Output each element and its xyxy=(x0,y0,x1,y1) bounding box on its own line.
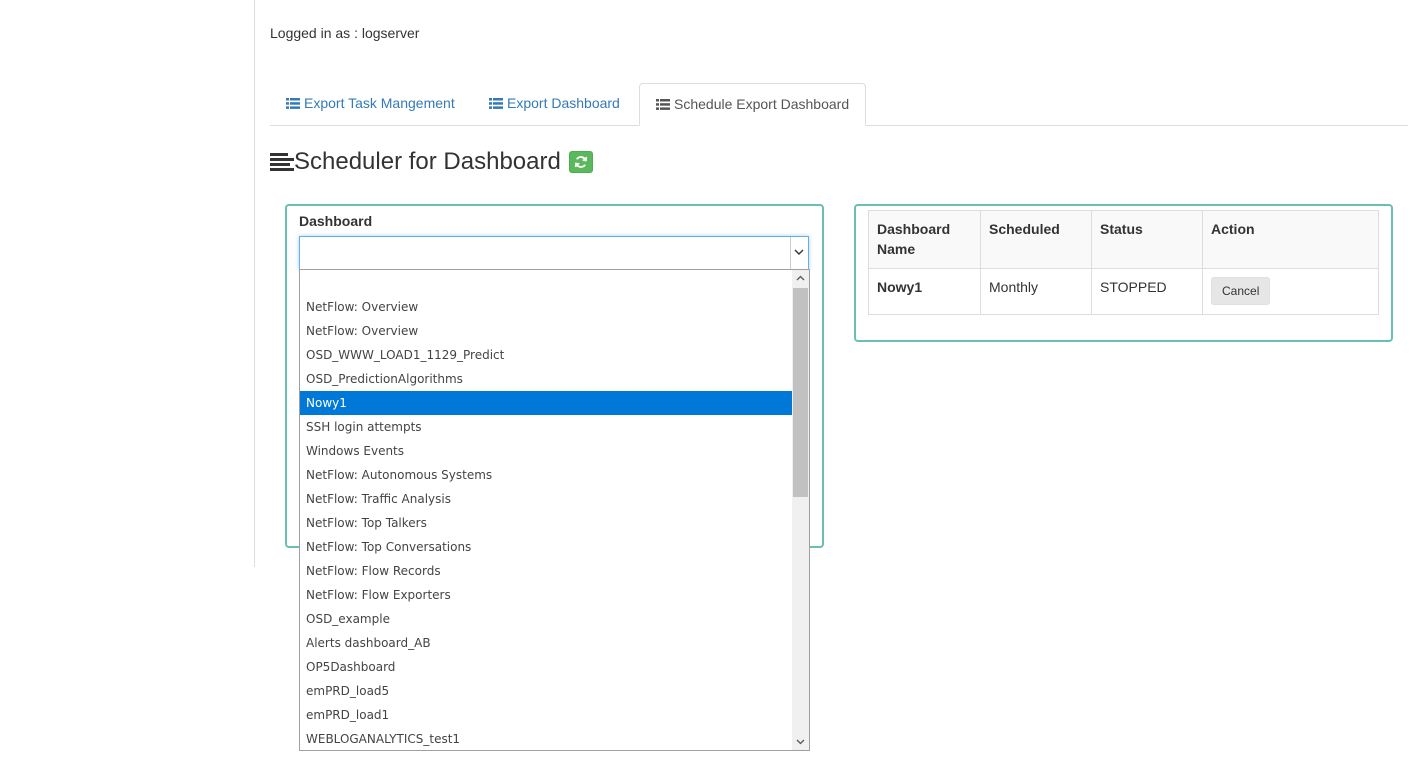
tab-export-dashboard[interactable]: Export Dashboard xyxy=(473,83,636,124)
scroll-down-arrow[interactable] xyxy=(792,733,809,750)
dropdown-option[interactable]: OSD_PredictionAlgorithms xyxy=(300,367,792,391)
tab-label: Export Task Mangement xyxy=(304,95,455,111)
table-header-row: Dashboard Name Scheduled Status Action xyxy=(868,210,1379,269)
dropdown-option[interactable]: NetFlow: Autonomous Systems xyxy=(300,463,792,487)
dropdown-option[interactable]: NetFlow: Flow Records xyxy=(300,559,792,583)
cell-status: STOPPED xyxy=(1091,268,1203,315)
schedule-table: Dashboard Name Scheduled Status Action N… xyxy=(868,210,1379,315)
dropdown-scrollbar[interactable] xyxy=(792,270,809,750)
col-status: Status xyxy=(1091,210,1203,269)
tab-schedule-export-dashboard[interactable]: Schedule Export Dashboard xyxy=(639,83,867,126)
cancel-button[interactable]: Cancel xyxy=(1211,277,1271,305)
list-icon xyxy=(656,99,670,110)
dropdown-option[interactable]: NetFlow: Flow Exporters xyxy=(300,583,792,607)
dropdown-option[interactable]: WEBLOGANALYTICS_test1 xyxy=(300,727,792,750)
page-heading: Scheduler for Dashboard xyxy=(270,146,593,178)
content-left-border xyxy=(254,0,255,567)
chevron-down-icon xyxy=(796,739,805,745)
cell-action: Cancel xyxy=(1202,268,1379,315)
chevron-up-icon xyxy=(796,275,805,281)
dashboard-dropdown-list[interactable]: NetFlow: Overview NetFlow: Overview OSD_… xyxy=(299,269,810,751)
col-scheduled: Scheduled xyxy=(980,210,1092,269)
dropdown-option[interactable]: NetFlow: Overview xyxy=(300,319,792,343)
dropdown-option[interactable]: emPRD_load5 xyxy=(300,679,792,703)
dropdown-option[interactable]: OP5Dashboard xyxy=(300,655,792,679)
dropdown-option[interactable]: SSH login attempts xyxy=(300,415,792,439)
tab-export-task-management[interactable]: Export Task Mangement xyxy=(270,83,471,124)
list-icon xyxy=(286,98,300,109)
dropdown-option-selected[interactable]: Nowy1 xyxy=(300,391,792,415)
refresh-icon xyxy=(574,156,587,168)
dropdown-option[interactable]: NetFlow: Overview xyxy=(300,295,792,319)
dropdown-option[interactable]: NetFlow: Traffic Analysis xyxy=(300,487,792,511)
dropdown-option[interactable]: NetFlow: Top Conversations xyxy=(300,535,792,559)
col-action: Action xyxy=(1202,210,1379,269)
dropdown-option[interactable]: OSD_example xyxy=(300,607,792,631)
chevron-down-icon xyxy=(794,249,804,255)
refresh-button[interactable] xyxy=(568,151,593,173)
align-left-icon xyxy=(270,153,294,171)
dropdown-option[interactable]: Alerts dashboard_AB xyxy=(300,631,792,655)
dashboard-select[interactable] xyxy=(299,236,809,270)
cell-dashboard-name: Nowy1 xyxy=(868,268,981,315)
cell-scheduled: Monthly xyxy=(980,268,1092,315)
dropdown-arrow[interactable] xyxy=(790,237,808,269)
dropdown-option[interactable]: NetFlow: Top Talkers xyxy=(300,511,792,535)
scroll-up-arrow[interactable] xyxy=(792,270,809,287)
list-icon xyxy=(489,98,503,109)
scroll-thumb[interactable] xyxy=(793,288,808,497)
dropdown-option[interactable]: Windows Events xyxy=(300,439,792,463)
dropdown-option[interactable]: emPRD_load1 xyxy=(300,703,792,727)
dashboard-label: Dashboard xyxy=(299,213,373,229)
tab-label: Schedule Export Dashboard xyxy=(674,96,850,112)
tab-label: Export Dashboard xyxy=(507,95,620,111)
dropdown-option[interactable]: OSD_WWW_LOAD1_1129_Predict xyxy=(300,343,792,367)
col-dashboard-name: Dashboard Name xyxy=(868,210,981,269)
table-row: Nowy1 Monthly STOPPED Cancel xyxy=(868,268,1379,315)
page-title: Scheduler for Dashboard xyxy=(294,148,561,175)
logged-in-text: Logged in as : logserver xyxy=(270,25,420,41)
tab-bar: Export Task Mangement Export Dashboard S… xyxy=(270,83,1408,126)
